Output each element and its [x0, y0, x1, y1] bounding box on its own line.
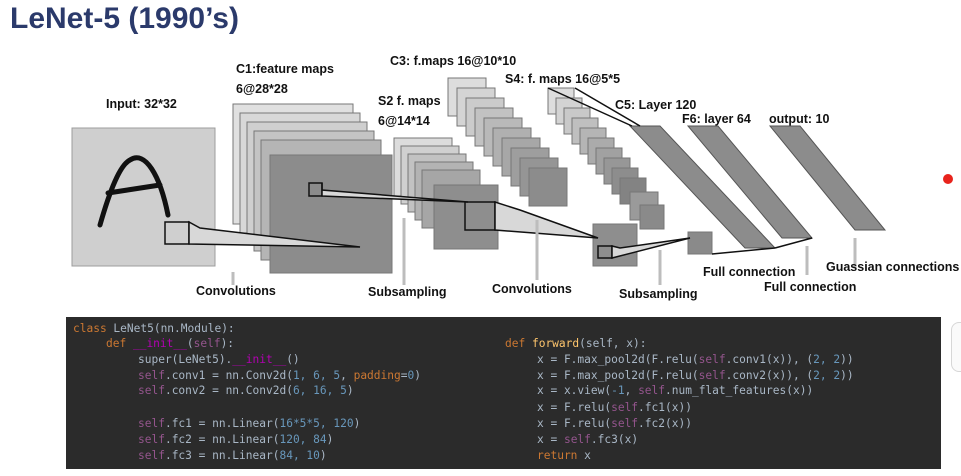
code-line-super: super(LeNet5).__init__() — [138, 353, 300, 366]
op-convolutions-1: Convolutions — [196, 284, 276, 298]
output-label: output: 10 — [769, 112, 830, 126]
c3-big-map — [592, 223, 638, 267]
code-line-conv1: self.conv1 = nn.Conv2d(1, 6, 5, padding=… — [138, 369, 421, 382]
code-line-fwd-4: x = F.relu(self.fc1(x)) — [537, 401, 692, 414]
code-line-fwd-1: x = F.max_pool2d(F.relu(self.conv1(x)), … — [537, 353, 854, 366]
op-convolutions-2: Convolutions — [492, 282, 572, 296]
s4-label: S4: f. maps 16@5*5 — [505, 72, 621, 86]
lenet-architecture-diagram — [71, 77, 887, 285]
code-line-fc1: self.fc1 = nn.Linear(16*5*5, 120) — [138, 417, 361, 430]
code-line-fc2: self.fc2 = nn.Linear(120, 84) — [138, 433, 334, 446]
s2-label: S2 f. maps — [378, 94, 441, 108]
f6-label: F6: layer 64 — [682, 112, 751, 126]
c5-label: C5: Layer 120 — [615, 98, 697, 112]
code-line-fc3: self.fc3 = nn.Linear(84, 10) — [138, 449, 327, 462]
input-image — [71, 127, 216, 267]
op-full-connection-2: Full connection — [764, 280, 857, 294]
code-line-forward-def: def forward(self, x): — [505, 337, 647, 350]
c1-size-label: 6@28*28 — [236, 82, 288, 96]
code-line-init-def: def __init__(self): — [106, 337, 235, 350]
code-line-conv2: self.conv2 = nn.Conv2d(6, 16, 5) — [138, 384, 354, 397]
code-line-fwd-2: x = F.max_pool2d(F.relu(self.conv2(x)), … — [537, 369, 854, 382]
code-line-fwd-6: x = self.fc3(x) — [537, 433, 639, 446]
s2-feature-maps — [393, 137, 499, 250]
op-gaussian-connections: Guassian connections — [826, 260, 960, 274]
edge-tab — [951, 322, 961, 372]
c1-feature-maps — [232, 103, 393, 274]
c3-label: C3: f.maps 16@10*10 — [390, 54, 517, 68]
fc-bands — [628, 125, 887, 249]
s2-size-label: 6@14*14 — [378, 114, 430, 128]
code-line-fwd-3: x = x.view(-1, self.num_flat_features(x)… — [537, 384, 814, 397]
code-line-return: return x — [537, 449, 591, 462]
op-subsampling-2: Subsampling — [619, 287, 698, 301]
code-line-fwd-5: x = F.relu(self.fc2(x)) — [537, 417, 692, 430]
c1-label: C1:feature maps — [236, 62, 334, 76]
red-dot-marker — [943, 174, 953, 184]
code-panel: class LeNet5(nn.Module): def __init__(se… — [66, 317, 941, 469]
code-line-class: class LeNet5(nn.Module): — [73, 322, 235, 335]
op-full-connection-1: Full connection — [703, 265, 796, 279]
op-subsampling-1: Subsampling — [368, 285, 447, 299]
input-label: Input: 32*32 — [106, 97, 177, 111]
